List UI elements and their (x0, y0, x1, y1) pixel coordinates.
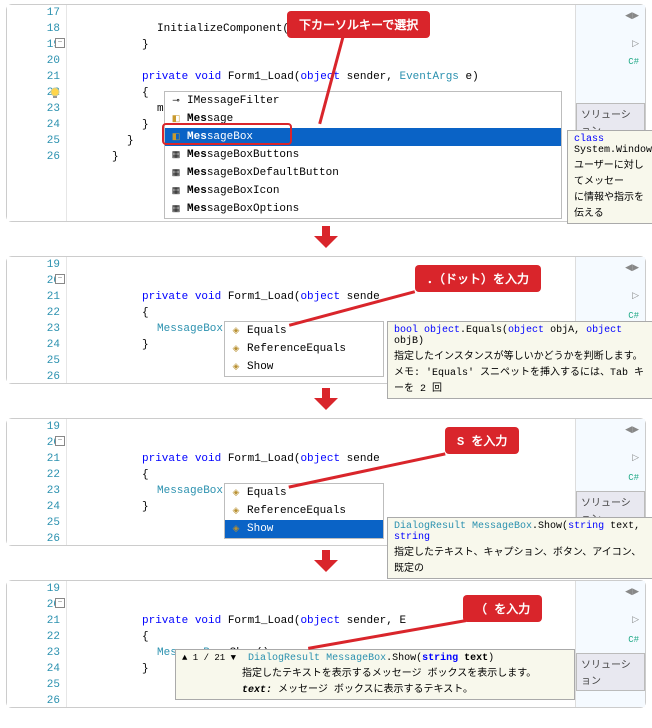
fold-toggle[interactable]: − (55, 436, 65, 446)
fold-toggle[interactable]: − (55, 38, 65, 48)
enum-icon: ▦ (169, 202, 183, 216)
method-icon: ◈ (229, 504, 243, 518)
code-panel-3: 19 20 21 22 23 24 25 26 − private void F… (6, 418, 646, 546)
enum-icon: ▦ (169, 148, 183, 162)
parameter-info-tooltip: ▲ 1 / 21 ▼ DialogResult MessageBox.Show(… (175, 649, 575, 700)
chevron-icon[interactable]: ◀▶ (625, 423, 639, 437)
code-panel-2: 19 20 21 22 23 24 25 26 − private void F… (6, 256, 646, 384)
intellisense-item-selected[interactable]: ◈Show (225, 520, 383, 538)
enum-icon: ▦ (169, 184, 183, 198)
code-panel-1: 17 18 19 20 21 22 23 24 25 26 − Initiali… (6, 4, 646, 222)
callout-1: 下カーソルキーで選択 (287, 11, 430, 38)
enum-icon: ▦ (169, 166, 183, 180)
flow-arrow-icon (0, 226, 652, 252)
method-icon: ◈ (229, 522, 243, 536)
intellisense-item[interactable]: ▦MessageBoxDefaultButton (165, 164, 561, 182)
chevron-icon[interactable]: ◀▶ (625, 585, 639, 599)
method-icon: ◈ (229, 324, 243, 338)
chevron-right-icon[interactable]: ▷ (632, 289, 639, 303)
method-icon: ◈ (229, 342, 243, 356)
intellisense-tooltip: bool object.Equals(object objA, object o… (387, 321, 652, 399)
intellisense-popup[interactable]: ◈Equals ◈ReferenceEquals ◈Show (224, 321, 384, 377)
intellisense-item[interactable]: ⊸IMessageFilter (165, 92, 561, 110)
intellisense-tooltip: class System.Windows ユーザーに対してメッセー に情報や指示… (567, 130, 652, 224)
code-panel-4: 19 20 21 22 23 24 25 26 − private void F… (6, 580, 646, 708)
fold-toggle[interactable]: − (55, 598, 65, 608)
intellisense-item[interactable]: ▦MessageBoxIcon (165, 182, 561, 200)
method-icon: ◈ (229, 486, 243, 500)
side-panel: ◀▶ ▷ C# ソリューション (575, 581, 645, 707)
intellisense-item[interactable]: ◧Message (165, 110, 561, 128)
csharp-icon: C# (628, 633, 639, 647)
class-icon: ◧ (169, 112, 183, 126)
callout-3: S を入力 (445, 427, 519, 454)
intellisense-item[interactable]: ▦MessageBoxButtons (165, 146, 561, 164)
method-icon: ◈ (229, 360, 243, 374)
intellisense-item-selected[interactable]: ◧MessageBox (165, 128, 561, 146)
csharp-icon: C# (628, 55, 639, 69)
intellisense-item[interactable]: ◈ReferenceEquals (225, 340, 383, 358)
solution-explorer-tab[interactable]: ソリューション (576, 653, 645, 691)
intellisense-popup[interactable]: ⊸IMessageFilter ◧Message ◧MessageBox ▦Me… (164, 91, 562, 219)
intellisense-item[interactable]: ▦MessageBoxOptions (165, 200, 561, 218)
chevron-icon[interactable]: ◀▶ (625, 9, 639, 23)
param-nav-up-icon[interactable]: ▲ 1 / 21 ▼ (182, 653, 236, 663)
interface-icon: ⊸ (169, 94, 183, 108)
chevron-right-icon[interactable]: ▷ (632, 613, 639, 627)
callout-2: ．（ドット）を入力 (415, 265, 541, 292)
intellisense-item[interactable]: ◈ReferenceEquals (225, 502, 383, 520)
intellisense-item[interactable]: ◈Show (225, 358, 383, 376)
fold-toggle[interactable]: − (55, 274, 65, 284)
class-icon: ◧ (169, 130, 183, 144)
callout-4: （ を入力 (463, 595, 542, 622)
lightbulb-icon[interactable] (49, 87, 61, 99)
chevron-right-icon[interactable]: ▷ (632, 37, 639, 51)
chevron-icon[interactable]: ◀▶ (625, 261, 639, 275)
intellisense-item[interactable]: ◈Equals (225, 322, 383, 340)
intellisense-tooltip: DialogResult MessageBox.Show(string text… (387, 517, 652, 579)
chevron-right-icon[interactable]: ▷ (632, 451, 639, 465)
intellisense-item[interactable]: ◈Equals (225, 484, 383, 502)
csharp-icon: C# (628, 471, 639, 485)
intellisense-popup[interactable]: ◈Equals ◈ReferenceEquals ◈Show (224, 483, 384, 539)
